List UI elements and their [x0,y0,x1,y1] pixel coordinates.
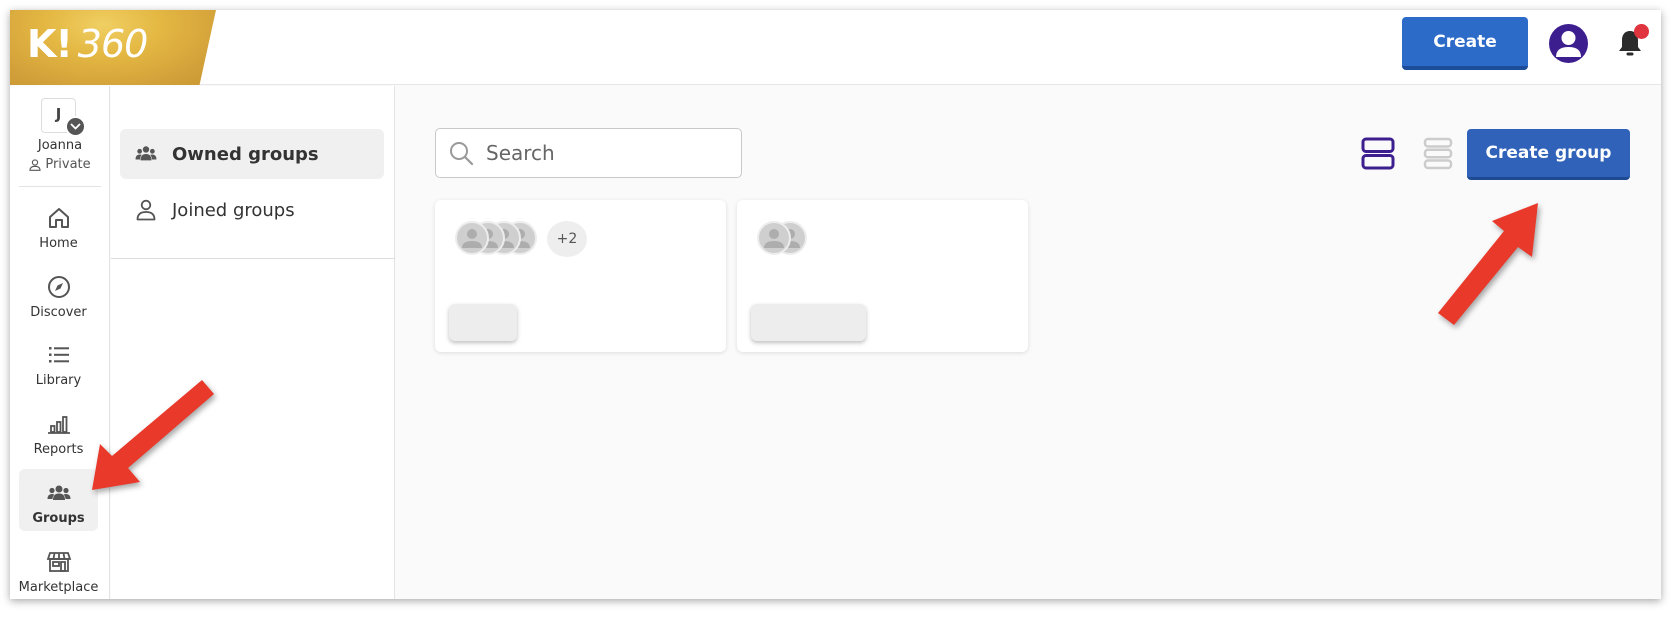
logo-number: 360 [77,22,149,66]
top-header: K! 360 Create [10,10,1661,85]
divider [19,186,101,187]
nav-item-library[interactable]: Library [19,331,98,393]
submenu-joined-groups[interactable]: Joined groups [120,185,384,235]
submenu-owned-groups[interactable]: Owned groups [120,129,384,179]
list-icon [48,347,69,363]
profile-avatar-icon[interactable] [1549,24,1588,63]
nav-item-discover[interactable]: Discover [19,263,98,325]
nav-label: Library [35,373,82,388]
group-name-placeholder [751,304,866,341]
annotation-arrow-icon [1438,203,1538,325]
nav-label: Marketplace [18,580,99,595]
home-icon [48,208,69,228]
more-members-badge: +2 [547,221,587,257]
groups-icon [135,146,157,161]
person-icon [29,158,41,171]
nav-item-reports[interactable]: Reports [19,400,98,462]
create-group-button[interactable]: Create group [1467,129,1630,180]
nav-item-home[interactable]: Home [19,194,98,256]
left-nav-rail: J Joanna Private Home Discover Library R… [10,86,110,599]
submenu-label: Owned groups [172,143,319,165]
person-icon [136,199,156,221]
store-icon [46,552,71,572]
user-name: Joanna [37,138,83,153]
logo-text: K! 360 [27,22,149,66]
divider [111,258,395,259]
nav-label: Discover [30,305,87,320]
member-avatar-icon [757,221,791,255]
compass-icon [47,276,70,298]
bar-chart-icon [47,416,70,434]
chevron-down-icon[interactable] [65,116,86,137]
search-field[interactable] [435,128,742,178]
groups-icon [47,485,70,500]
user-privacy: Private [10,157,110,172]
group-name-placeholder [449,304,517,341]
member-avatar-icon [455,221,489,255]
submenu-label: Joined groups [172,199,295,221]
group-card[interactable]: +2 [435,200,726,352]
logo[interactable]: K! 360 [10,10,216,85]
nav-label: Reports [33,442,84,457]
privacy-label: Private [45,157,91,172]
nav-item-groups[interactable]: Groups [19,469,98,531]
search-icon [450,142,474,166]
app-window: K! 360 Create J Joanna Private Home Disco… [10,10,1661,599]
notification-badge [1634,24,1649,39]
search-input[interactable] [486,141,716,165]
grid-view-toggle-icon[interactable] [1361,137,1395,170]
group-card[interactable] [737,200,1028,352]
nav-label: Groups [32,511,85,526]
groups-submenu: Owned groups Joined groups [111,86,395,599]
nav-item-marketplace[interactable]: Marketplace [19,538,98,599]
nav-label: Home [39,236,78,251]
create-button[interactable]: Create [1402,17,1528,70]
logo-mark: K! [27,22,73,66]
list-view-toggle-icon[interactable] [1423,137,1453,170]
